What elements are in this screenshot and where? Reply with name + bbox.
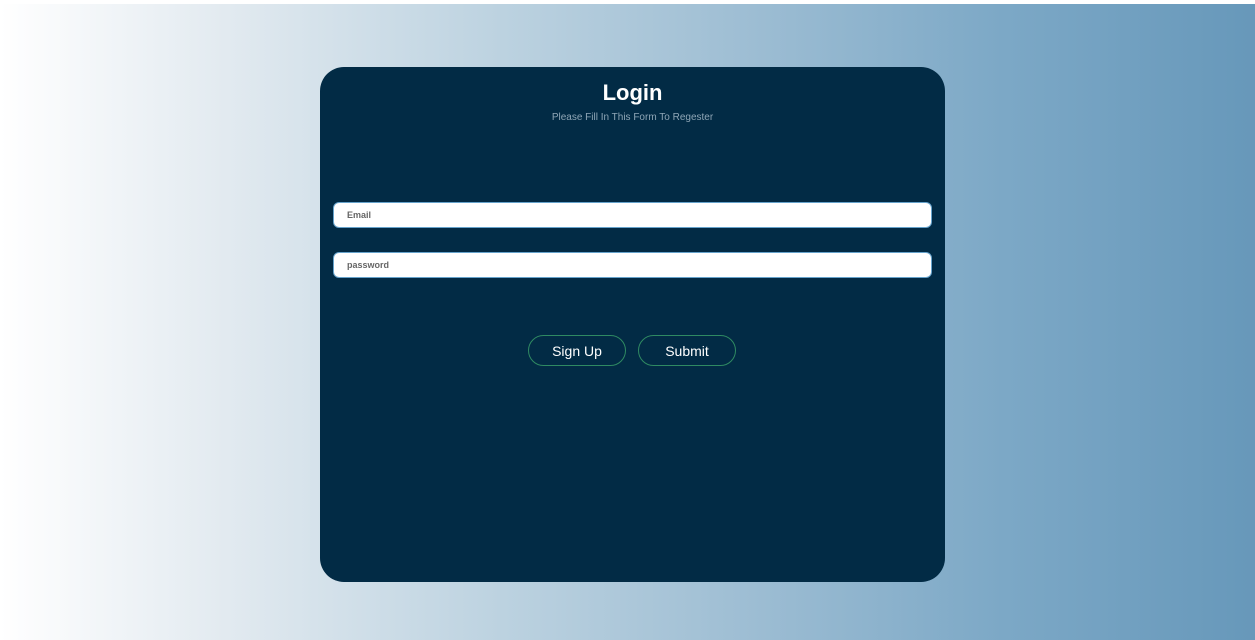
top-edge-strip <box>0 0 1255 4</box>
email-input[interactable] <box>333 202 932 228</box>
login-title: Login <box>602 80 663 105</box>
sign-up-button[interactable]: Sign Up <box>528 335 626 366</box>
login-card: Login Please Fill In This Form To Regest… <box>320 67 945 582</box>
password-input[interactable] <box>333 252 932 278</box>
submit-button[interactable]: Submit <box>638 335 736 366</box>
login-subtitle: Please Fill In This Form To Regester <box>551 112 714 123</box>
